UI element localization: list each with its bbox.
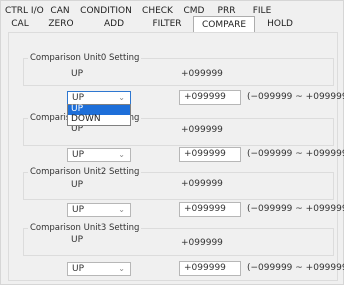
unit3-range-label: (−099999 ~ +099999) [247, 263, 344, 273]
unit2-mode-value: UP [71, 180, 84, 190]
unit1-value-input[interactable]: +099999 [179, 147, 241, 162]
tab-cal[interactable]: CAL [5, 17, 35, 31]
tab-add[interactable]: ADD [87, 17, 141, 31]
tab-zero[interactable]: ZERO [35, 17, 87, 31]
unit0-mode-select-value: UP [72, 93, 85, 103]
unit3-mode-value: UP [71, 235, 84, 245]
unit2-title: Comparison Unit2 Setting [28, 167, 142, 177]
unit0-value-input[interactable]: +099999 [179, 90, 241, 105]
unit0-range-label: (−099999 ~ +099999) [247, 92, 344, 102]
unit2-compare-value: +099999 [181, 179, 223, 189]
chevron-down-icon: ⌄ [118, 205, 125, 214]
chevron-down-icon: ⌄ [118, 93, 125, 102]
mode-dropdown-list: UP DOWN [67, 104, 131, 126]
settings-window: CTRL I/O CAN CONDITION CHECK CMD PRR FIL… [0, 0, 344, 285]
unit3-mode-select[interactable]: UP ⌄ [67, 262, 131, 276]
dropdown-option-down[interactable]: DOWN [68, 115, 130, 125]
unit2-mode-select[interactable]: UP ⌄ [67, 203, 131, 217]
tab-hold[interactable]: HOLD [255, 17, 305, 31]
unit1-mode-select[interactable]: UP ⌄ [67, 148, 131, 162]
chevron-down-icon: ⌄ [118, 150, 125, 159]
tab-can[interactable]: CAN [43, 4, 77, 18]
unit1-range-label: (−099999 ~ +099999) [247, 149, 344, 159]
tab-condition[interactable]: CONDITION [77, 4, 135, 18]
unit3-mode-select-value: UP [72, 264, 85, 274]
unit2-range-label: (−099999 ~ +099999) [247, 204, 344, 214]
unit3-compare-value: +099999 [181, 238, 223, 248]
unit2-value-input[interactable]: +099999 [179, 202, 241, 217]
tab-check[interactable]: CHECK [135, 4, 180, 18]
unit2-mode-select-value: UP [72, 205, 85, 215]
unit1-mode-select-value: UP [72, 150, 85, 160]
unit3-title: Comparison Unit3 Setting [28, 223, 142, 233]
unit1-compare-value: +099999 [181, 125, 223, 135]
unit0-title: Comparison Unit0 Setting [28, 53, 142, 63]
tab-compare[interactable]: COMPARE [193, 16, 255, 32]
tab-row-bottom: CAL ZERO ADD FILTER COMPARE HOLD [5, 16, 305, 32]
unit0-mode-select[interactable]: UP ⌄ [67, 91, 131, 105]
tab-ctrl-io[interactable]: CTRL I/O [5, 4, 44, 18]
unit0-mode-value: UP [71, 69, 84, 79]
chevron-down-icon: ⌄ [118, 264, 125, 273]
unit3-value-input[interactable]: +099999 [179, 261, 241, 276]
compare-page: Comparison Unit0 Setting UP +099999 UP ⌄… [8, 32, 344, 281]
tab-filter[interactable]: FILTER [141, 17, 193, 31]
unit0-compare-value: +099999 [181, 69, 223, 79]
